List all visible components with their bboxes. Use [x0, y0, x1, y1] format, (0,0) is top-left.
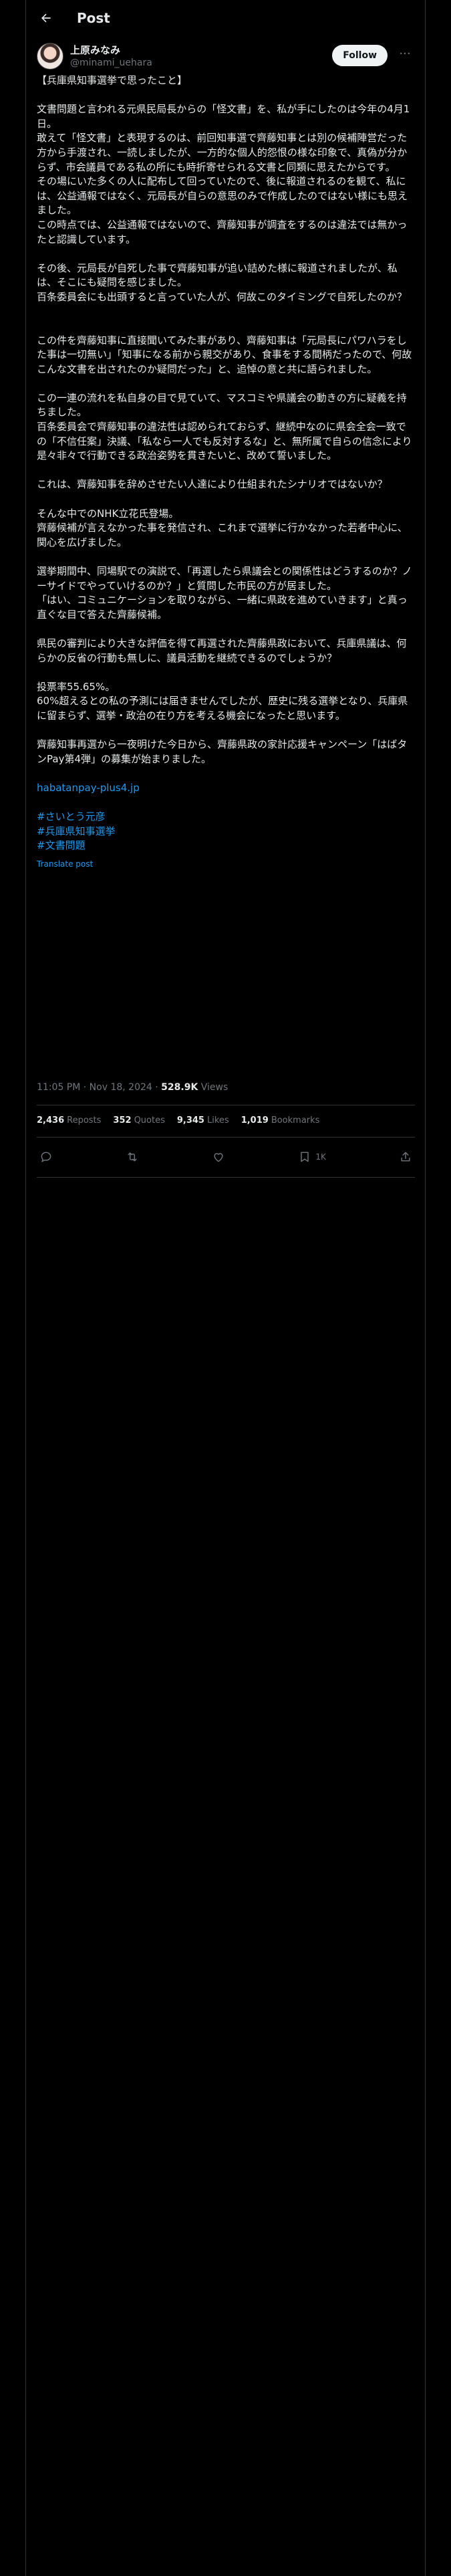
- avatar[interactable]: [37, 43, 63, 70]
- tweet-paragraph: これは、齊藤知事を辞めさせたい人達により仕組まれたシナリオではないか？: [37, 478, 388, 491]
- likes-label: Likes: [206, 1115, 229, 1125]
- user-handle[interactable]: @minami_uehara: [70, 57, 152, 69]
- quotes-stat[interactable]: 352 Quotes: [113, 1114, 164, 1128]
- divider: [37, 1177, 415, 1178]
- bookmark-button[interactable]: 1K: [298, 1150, 326, 1164]
- tweet-paragraph: 【兵庫県知事選挙で思ったこと】: [37, 74, 188, 86]
- tweet-body: 【兵庫県知事選挙で思ったこと】 文書問題と言われる元県民局長からの「怪文書」を、…: [37, 74, 415, 871]
- likes-stat[interactable]: 9,345 Likes: [177, 1114, 229, 1128]
- views-label: Views: [200, 1082, 229, 1093]
- engagement-stats: 2,436 Reposts 352 Quotes 9,345 Likes 1,019 B…: [37, 1114, 415, 1128]
- quotes-label: Quotes: [134, 1115, 165, 1125]
- likes-count: 9,345: [176, 1115, 204, 1125]
- like-button[interactable]: [212, 1150, 225, 1164]
- tweet-paragraph: 文書問題と言われる元県民局長からの「怪文書」を、私が手にしたのは今年の4月1日。…: [37, 103, 410, 245]
- tweet-paragraph: その後、元局長が自死した事で齊藤知事が追い詰めた様に報道されましたが、私は、そこ…: [37, 261, 407, 303]
- reposts-count: 2,436: [37, 1115, 65, 1125]
- reply-icon: [41, 1152, 51, 1163]
- back-button[interactable]: [34, 6, 58, 30]
- reposts-stat[interactable]: 2,436 Reposts: [37, 1114, 101, 1128]
- follow-button[interactable]: Follow: [332, 45, 388, 66]
- header: Post: [26, 0, 425, 36]
- tweet-paragraph: 齊藤知事再選から一夜明けた今日から、齊藤県政の家計応援キャンペーン「はばタンPa…: [37, 738, 408, 765]
- more-options-icon[interactable]: ···: [396, 47, 414, 64]
- tweet-paragraph: 投票率55.65%。 60%超えるとの私の予測には届きませんでしたが、歴史に残る…: [37, 680, 408, 722]
- meta-separator: ·: [152, 1082, 162, 1093]
- tweet-paragraph: そんな中でのNHK立花氏登場。 齊藤候補が言えなかった事を発信され、これまで選挙…: [37, 507, 408, 548]
- quotes-count: 352: [113, 1115, 132, 1125]
- author-row: 上原みなみ @minami_uehara Follow ···: [37, 41, 414, 71]
- bookmarks-count: 1,019: [241, 1115, 269, 1125]
- translate-post-link[interactable]: Translate post: [37, 857, 93, 872]
- share-button[interactable]: [399, 1150, 412, 1164]
- repost-button[interactable]: [126, 1150, 139, 1164]
- bookmark-count: 1K: [315, 1152, 326, 1162]
- back-arrow-icon: [41, 13, 51, 23]
- bookmark-icon: [301, 1152, 309, 1162]
- reply-button[interactable]: [39, 1150, 53, 1164]
- share-icon: [401, 1152, 410, 1162]
- post-meta: 11:05 PM · Nov 18, 2024 · 528.9K Views: [37, 1081, 415, 1094]
- divider: [37, 1137, 415, 1138]
- tweet-paragraph: 選挙期間中、同場駅での演説で、「再選したら県議会との関係性はどうするのか？ノーサ…: [37, 565, 412, 621]
- action-bar: 1K: [37, 1145, 415, 1169]
- page-title: Post: [77, 10, 110, 26]
- post-timestamp[interactable]: 11:05 PM · Nov 18, 2024: [37, 1082, 152, 1093]
- display-name[interactable]: 上原みなみ: [70, 43, 152, 57]
- tweet-paragraph: この件を齊藤知事に直接聞いてみた事があり、齊藤知事は「元局長にパワハラをした事は…: [37, 334, 412, 375]
- bookmarks-label: Bookmarks: [271, 1115, 320, 1125]
- page: Post 上原みなみ @minami_uehara Follow ··· 【兵庫…: [0, 0, 451, 2576]
- author-names: 上原みなみ @minami_uehara: [70, 43, 152, 69]
- repost-icon: [128, 1152, 137, 1162]
- hashtag-link[interactable]: #兵庫県知事選挙: [37, 825, 415, 839]
- views-count: 528.9K: [161, 1082, 198, 1093]
- main-column: Post 上原みなみ @minami_uehara Follow ··· 【兵庫…: [25, 0, 426, 2576]
- heart-icon: [214, 1153, 223, 1162]
- bookmarks-stat[interactable]: 1,019 Bookmarks: [241, 1114, 320, 1128]
- hashtag-link[interactable]: #文書問題: [37, 839, 415, 853]
- reposts-label: Reposts: [67, 1115, 102, 1125]
- tweet-paragraph: 県民の審判により大きな評価を得て再選された齊藤県政において、兵庫県議は、何らかの…: [37, 637, 407, 664]
- hashtag-link[interactable]: #さいとう元彦: [37, 810, 415, 825]
- external-link[interactable]: habatanpay-plus4.jp: [37, 781, 415, 796]
- tweet-paragraph: この一連の流れを私自身の目で見ていて、マスコミや県議会の動きの方に疑義を持ちまし…: [37, 391, 412, 462]
